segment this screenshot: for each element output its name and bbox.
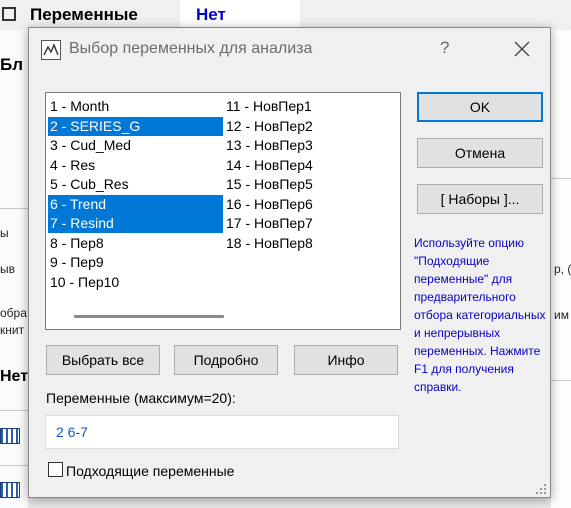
variable-list-item[interactable]: 14 - НовПер4: [224, 156, 398, 175]
variable-list-item[interactable]: 5 - Cub_Res: [48, 175, 223, 194]
background-fragment: ыв: [0, 262, 15, 276]
select-all-button[interactable]: Выбрать все: [46, 345, 160, 375]
header-variables-label[interactable]: Переменные: [30, 0, 180, 30]
variable-list-item[interactable]: 15 - НовПер5: [224, 175, 398, 194]
info-button[interactable]: Инфо: [294, 345, 398, 375]
variable-list-item[interactable]: 6 - Trend: [48, 194, 223, 214]
ok-button[interactable]: OK: [417, 92, 543, 122]
background-fragment: Бл: [0, 55, 24, 74]
background-right-panel: р, ( им: [551, 30, 571, 508]
background-divider: [551, 178, 571, 179]
hint-text: Используйте опцию "Подходящие переменные…: [414, 236, 546, 394]
variable-list-item[interactable]: 13 - НовПер3: [224, 136, 398, 155]
variables-listbox[interactable]: 1 - Month 2 - SERIES_G 3 - Cud_Med 4 - Res 5…: [45, 92, 401, 330]
close-button[interactable]: [507, 34, 537, 64]
suitable-variables-label[interactable]: Подходящие переменные: [66, 463, 234, 479]
variable-list-item[interactable]: 10 - Пер10: [48, 273, 223, 292]
close-icon: [514, 41, 530, 57]
variable-list-item[interactable]: 7 - Resind: [48, 214, 223, 233]
header-value-cell[interactable]: Нет: [180, 0, 300, 30]
background-fragment: Нет: [0, 368, 29, 385]
horizontal-scrollbar-thumb[interactable]: [74, 315, 224, 318]
variable-list-item[interactable]: 16 - НовПер6: [224, 195, 398, 214]
background-fragment: р, (: [554, 262, 571, 276]
sets-button[interactable]: [ Наборы ]...: [417, 184, 543, 214]
suitable-variables-checkbox[interactable]: [48, 462, 63, 477]
background-divider: [0, 208, 28, 209]
variable-list-item[interactable]: 9 - Пер9: [48, 253, 223, 272]
details-button[interactable]: Подробно: [174, 345, 278, 375]
background-fragment: им: [554, 308, 569, 322]
dialog-title: Выбор переменных для анализа: [69, 40, 313, 57]
variable-list-item[interactable]: 8 - Пер8: [48, 234, 223, 253]
background-fragment: ы: [0, 226, 9, 240]
help-button[interactable]: ?: [440, 38, 449, 58]
variable-list-item[interactable]: 2 - SERIES_G: [48, 116, 223, 136]
variables-input-value: 2 6-7: [56, 424, 88, 440]
background-bottom-strip: [28, 498, 551, 508]
background-divider: [551, 380, 571, 381]
dialog-titlebar[interactable]: Выбор переменных для анализа ?: [29, 28, 550, 72]
app-chart-icon: [41, 40, 61, 60]
background-divider: [0, 410, 28, 411]
document-icon[interactable]: [2, 7, 16, 21]
variables-input[interactable]: 2 6-7: [45, 415, 399, 449]
variable-list-item[interactable]: 17 - НовПер7: [224, 214, 398, 233]
variable-list-item[interactable]: 4 - Res: [48, 156, 223, 175]
variable-list-item[interactable]: 11 - НовПер1: [224, 97, 398, 116]
variable-list-item[interactable]: 12 - НовПер2: [224, 117, 398, 136]
spreadsheet-icon[interactable]: [0, 482, 20, 498]
variable-selection-dialog: Выбор переменных для анализа ? 1 - Month…: [28, 27, 551, 498]
resize-grip-icon[interactable]: [535, 483, 547, 495]
variable-list-item[interactable]: 18 - НовПер8: [224, 234, 398, 253]
background-fragment: книт: [0, 323, 25, 337]
background-fragment: обра: [0, 306, 27, 320]
variable-list-item[interactable]: 3 - Cud_Med: [48, 136, 223, 155]
background-divider: [0, 465, 28, 466]
variables-label: Переменные (максимум=20):: [46, 390, 236, 406]
cancel-button[interactable]: Отмена: [417, 138, 543, 168]
spreadsheet-icon[interactable]: [0, 428, 20, 444]
variable-list-item[interactable]: 1 - Month: [48, 97, 223, 116]
background-left-panel: Бл ы ыв обра книт Нет: [0, 30, 28, 508]
